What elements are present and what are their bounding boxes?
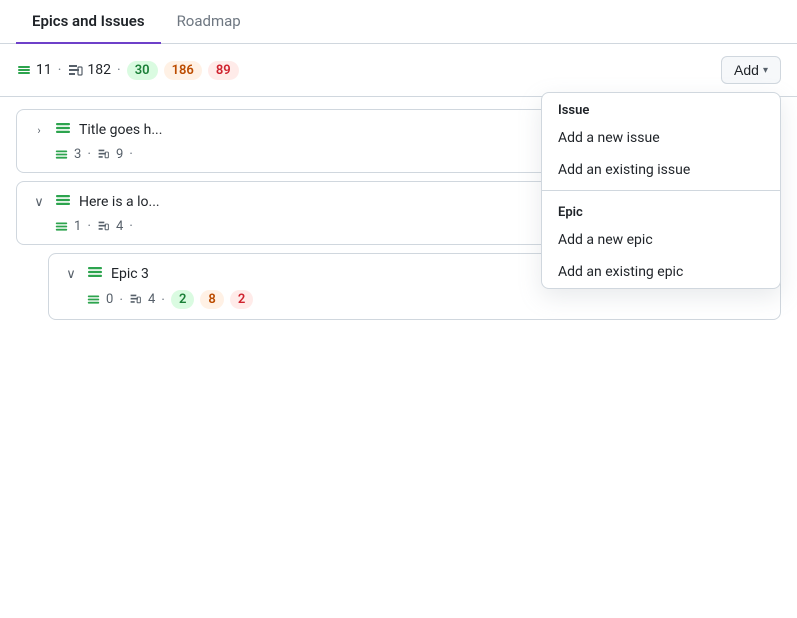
epic-3-meta: 0 · 4 · 2 8 2 [87, 290, 766, 309]
epics-stat: 11 [16, 62, 52, 78]
epic-2-sep2: · [129, 218, 133, 234]
add-dropdown: Issue Add a new issue Add an existing is… [541, 92, 781, 289]
badge-red: 89 [208, 61, 239, 80]
expand-epic-2[interactable]: ∨ [31, 194, 47, 210]
epic-2-icon [55, 192, 71, 212]
epic-1-icon [55, 120, 71, 140]
issue-count-icon [67, 62, 83, 78]
add-new-issue-item[interactable]: Add a new issue [542, 122, 780, 154]
epic-3-badge-red: 2 [230, 290, 253, 309]
tab-epics-issues[interactable]: Epics and Issues [16, 0, 161, 44]
epic-3-badge-green: 2 [171, 290, 194, 309]
expand-epic-3[interactable]: ∨ [63, 266, 79, 282]
tabs-bar: Epics and Issues Roadmap [0, 0, 797, 44]
add-button-label: Add [734, 62, 759, 78]
epic-1-meta-issues-count: 9 [116, 147, 123, 162]
add-new-issue-label: Add a new issue [558, 130, 660, 146]
epic-header-label: Epic [558, 205, 583, 220]
epic-2-meta-epic-icon [55, 220, 68, 233]
toolbar-stats: 11 · 182 · 30 186 89 [16, 61, 713, 80]
add-new-epic-item[interactable]: Add a new epic [542, 224, 780, 256]
epic-1-meta-issue-icon [97, 148, 110, 161]
dropdown-issue-header: Issue [542, 93, 780, 122]
epic-3-meta-epic-icon [87, 293, 100, 306]
dropdown-section-issue: Issue Add a new issue Add an existing is… [542, 93, 780, 186]
tab-epics-label: Epics and Issues [32, 12, 145, 30]
add-existing-issue-label: Add an existing issue [558, 162, 690, 178]
epic-1-title: Title goes h... [79, 122, 162, 138]
epic-1-meta-epic-icon [55, 148, 68, 161]
dropdown-section-epic: Epic Add a new epic Add an existing epic [542, 195, 780, 288]
issues-count: 182 [87, 62, 111, 78]
add-existing-issue-item[interactable]: Add an existing issue [542, 154, 780, 186]
add-existing-epic-item[interactable]: Add an existing epic [542, 256, 780, 288]
add-chevron-icon: ▾ [763, 65, 768, 76]
epic-1-sep1: · [87, 146, 91, 162]
add-existing-epic-label: Add an existing epic [558, 264, 683, 280]
sep1: · [58, 62, 62, 78]
epic-2-meta-issues-count: 4 [116, 219, 123, 234]
epic-3-meta-issues-count: 4 [148, 292, 155, 307]
epic-count-icon [16, 62, 32, 78]
tab-roadmap[interactable]: Roadmap [161, 0, 257, 44]
badge-orange: 186 [164, 61, 202, 80]
epic-2-title: Here is a lo... [79, 194, 160, 210]
issues-stat: 182 [67, 62, 111, 78]
epic-2-sep1: · [87, 218, 91, 234]
add-new-epic-label: Add a new epic [558, 232, 653, 248]
issue-header-label: Issue [558, 103, 589, 118]
epic-2-meta-epics-count: 1 [74, 219, 81, 234]
epic-3-title: Epic 3 [111, 266, 149, 282]
epic-3-meta-epics-count: 0 [106, 292, 113, 307]
epic-3-sep1: · [119, 292, 123, 308]
epic-1-meta-epics-count: 3 [74, 147, 81, 162]
epic-3-icon [87, 264, 103, 284]
dropdown-divider [542, 190, 780, 191]
epic-2-meta-issue-icon [97, 220, 110, 233]
toolbar: 11 · 182 · 30 186 89 Add ▾ Issue Add a n… [0, 44, 797, 97]
epics-count: 11 [36, 62, 52, 78]
tab-roadmap-label: Roadmap [177, 12, 241, 30]
epic-1-sep2: · [129, 146, 133, 162]
dropdown-epic-header: Epic [542, 195, 780, 224]
expand-epic-1[interactable]: › [31, 122, 47, 138]
badge-green: 30 [127, 61, 158, 80]
sep2: · [117, 62, 121, 78]
epic-3-meta-issue-icon [129, 293, 142, 306]
epic-3-badge-orange: 8 [200, 290, 223, 309]
add-button[interactable]: Add ▾ [721, 56, 781, 84]
epic-3-sep2: · [161, 292, 165, 308]
